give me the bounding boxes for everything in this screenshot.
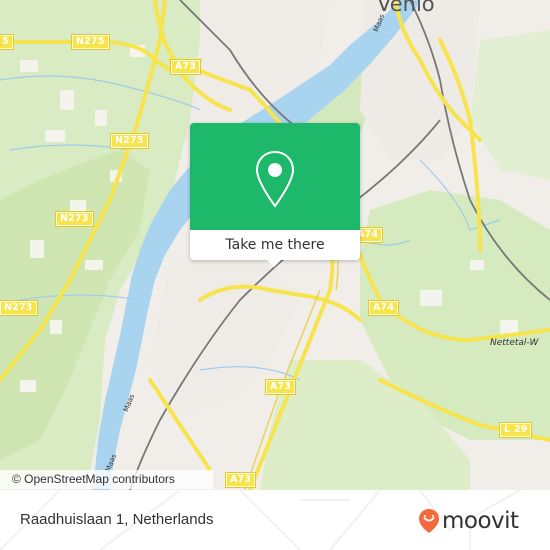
road-shield-n273: N273 bbox=[55, 211, 94, 227]
map-attribution[interactable]: © OpenStreetMap contributors bbox=[0, 470, 213, 489]
map-pin-icon bbox=[255, 150, 295, 208]
moovit-pin-icon bbox=[419, 509, 439, 533]
road-shield-n275: N275 bbox=[71, 34, 110, 50]
location-popup[interactable]: Take me there bbox=[190, 123, 360, 267]
road-shield-a74: A74 bbox=[367, 300, 400, 316]
place-label-venlo: Venlo bbox=[377, 0, 435, 16]
road-shield-partial: 5 bbox=[0, 34, 14, 50]
popup-header[interactable] bbox=[190, 123, 360, 230]
road-shield-a73: A73 bbox=[224, 472, 257, 488]
popup-pointer bbox=[265, 258, 283, 267]
footer-bar: Raadhuislaan 1, Netherlands moovit bbox=[0, 490, 550, 550]
road-shield-n273: N273 bbox=[110, 133, 149, 149]
road-shield-a73: A73 bbox=[264, 379, 297, 395]
forest-area bbox=[470, 30, 550, 180]
take-me-there-button[interactable]: Take me there bbox=[190, 230, 360, 260]
place-label-nettetal: Nettetal-W bbox=[490, 338, 539, 348]
road-shield-n273: N273 bbox=[0, 300, 38, 316]
moovit-logo[interactable]: moovit bbox=[418, 508, 519, 534]
map-view[interactable]: Venlo Nettetal-W N275 A73 N273 N273 N273… bbox=[0, 0, 550, 490]
road-shield-a73: A73 bbox=[169, 59, 202, 75]
address-label: Raadhuislaan 1, Netherlands bbox=[20, 511, 214, 528]
road-shield-l29: L 29 bbox=[498, 422, 533, 438]
brand-name: moovit bbox=[442, 508, 519, 534]
